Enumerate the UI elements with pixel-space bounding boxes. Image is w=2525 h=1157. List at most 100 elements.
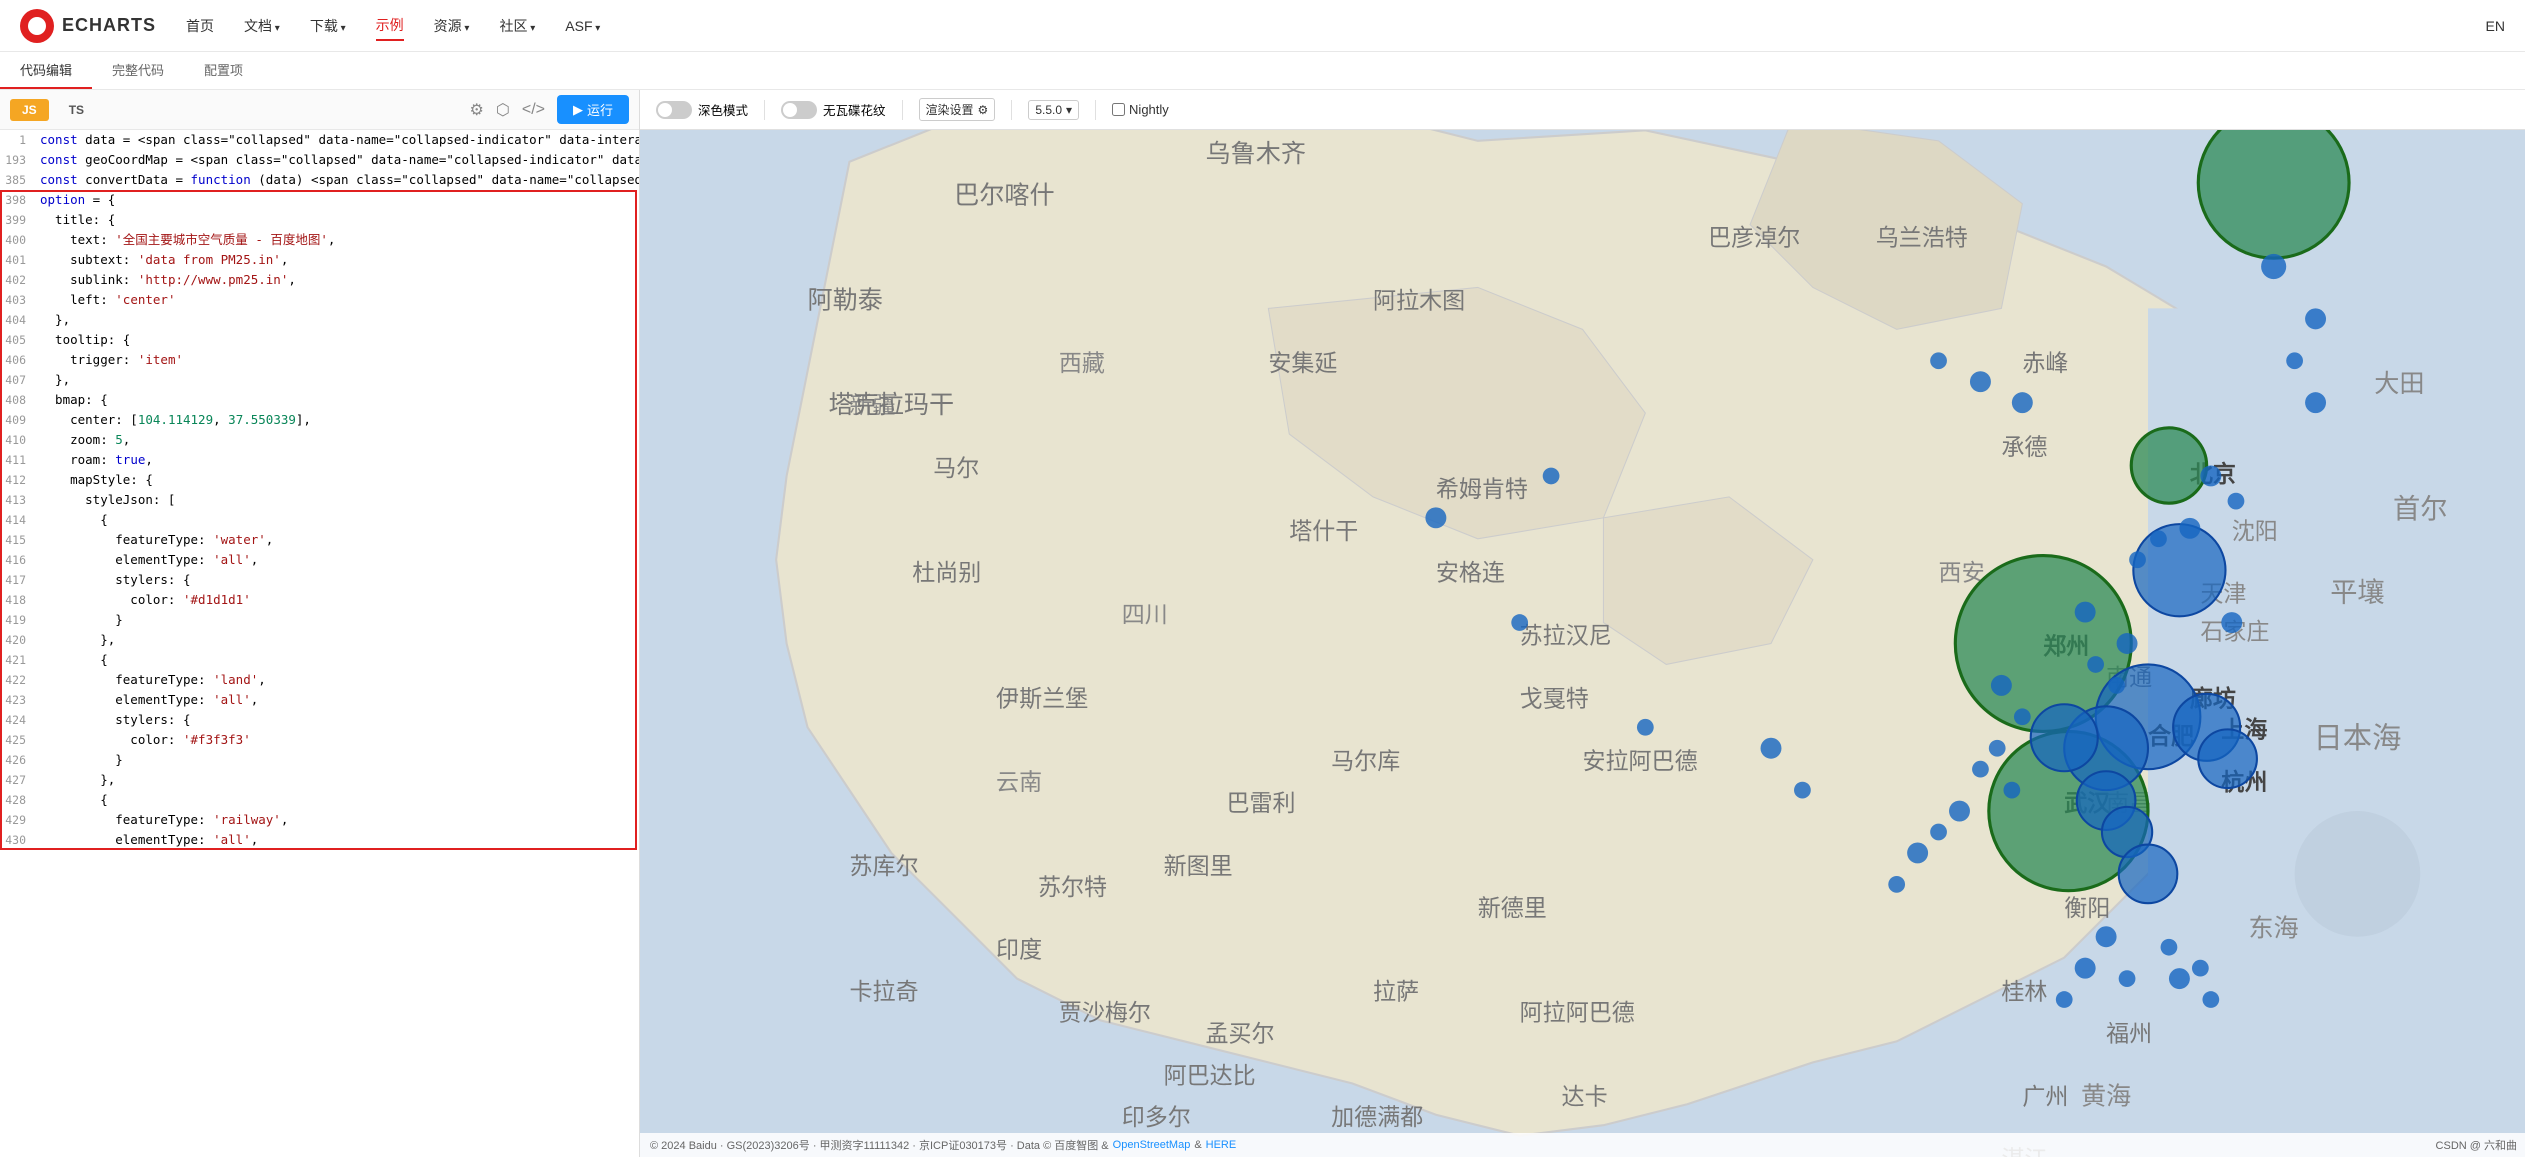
divider-1 <box>764 100 765 120</box>
nav-resources[interactable]: 资源 <box>434 12 470 40</box>
nightly-label: Nightly <box>1129 102 1169 117</box>
table-row: 1const data = <span class="collapsed" da… <box>0 130 639 150</box>
table-row: 422 featureType: 'land', <box>0 670 639 690</box>
line-number: 406 <box>0 351 36 369</box>
code-area-wrapper[interactable]: 1const data = <span class="collapsed" da… <box>0 130 639 1157</box>
line-content: featureType: 'land', <box>36 670 639 690</box>
line-number: 409 <box>0 411 36 429</box>
tab-code-edit[interactable]: 代码编辑 <box>0 52 92 89</box>
line-number: 425 <box>0 731 36 749</box>
lang-js[interactable]: JS <box>10 99 49 121</box>
csdn-badge: CSDN @ 六和曲 <box>2436 1137 2517 1153</box>
dark-mode-toggle[interactable] <box>656 101 692 119</box>
no-tile-toggle[interactable] <box>781 101 817 119</box>
line-number: 400 <box>0 231 36 249</box>
svg-text:赤峰: 赤峰 <box>2022 350 2068 376</box>
tab-config[interactable]: 配置项 <box>184 52 263 89</box>
nav-download[interactable]: 下载 <box>310 12 346 40</box>
line-number: 413 <box>0 491 36 509</box>
svg-text:马尔库: 马尔库 <box>1331 748 1400 774</box>
nav-docs[interactable]: 文档 <box>244 12 280 40</box>
right-panel: 深色模式 无瓦碟花纹 渲染设置 ⚙ 5.5.0 ▾ Nigh <box>640 90 2525 1157</box>
table-row: 417 stylers: { <box>0 570 639 590</box>
openstreetmap-link[interactable]: OpenStreetMap <box>1113 1139 1191 1151</box>
here-link[interactable]: HERE <box>1206 1139 1237 1151</box>
svg-text:卡拉奇: 卡拉奇 <box>849 979 918 1005</box>
line-number: 401 <box>0 251 36 269</box>
map-container[interactable]: 全国主要城市空气质量 - 百度地图 data from PM25.in <box>640 130 2525 1157</box>
table-row: 423 elementType: 'all', <box>0 690 639 710</box>
china-map-svg: 日本海 东海 黄海 平壤 首尔 大田 西藏 云南 四川 新疆 北京 郑州 武汉 <box>640 130 2525 1157</box>
code-area[interactable]: 1const data = <span class="collapsed" da… <box>0 130 639 850</box>
line-number: 398 <box>0 191 36 209</box>
svg-text:新图里: 新图里 <box>1164 853 1233 879</box>
table-row: 415 featureType: 'water', <box>0 530 639 550</box>
table-row: 400 text: '全国主要城市空气质量 - 百度地图', <box>0 230 639 250</box>
table-row: 413 styleJson: [ <box>0 490 639 510</box>
nav-asf[interactable]: ASF <box>565 14 600 38</box>
line-number: 417 <box>0 571 36 589</box>
config-bar: 深色模式 无瓦碟花纹 渲染设置 ⚙ 5.5.0 ▾ Nigh <box>640 90 2525 130</box>
line-content: } <box>36 610 639 630</box>
svg-text:四川: 四川 <box>1122 602 1168 628</box>
shape-icon[interactable]: ⬡ <box>496 100 510 120</box>
run-button[interactable]: ▶ 运行 <box>557 95 629 124</box>
line-number: 399 <box>0 211 36 229</box>
line-content: featureType: 'railway', <box>36 810 639 830</box>
line-number: 420 <box>0 631 36 649</box>
line-number: 426 <box>0 751 36 769</box>
table-row: 427 }, <box>0 770 639 790</box>
divider-4 <box>1095 100 1096 120</box>
svg-text:西藏: 西藏 <box>1059 350 1105 376</box>
nav-examples[interactable]: 示例 <box>376 11 404 41</box>
version-select[interactable]: 5.5.0 ▾ <box>1028 100 1079 120</box>
table-row: 407 }, <box>0 370 639 390</box>
nav-home[interactable]: 首页 <box>186 12 214 40</box>
table-row: 410 zoom: 5, <box>0 430 639 450</box>
table-row: 414 { <box>0 510 639 530</box>
line-content: subtext: 'data from PM25.in', <box>36 250 639 270</box>
line-content: elementType: 'all', <box>36 550 639 570</box>
settings-icon[interactable]: ⚙ <box>470 100 484 120</box>
logo[interactable]: ECHARTS <box>20 9 156 43</box>
table-row: 408 bmap: { <box>0 390 639 410</box>
no-tile-toggle-group: 无瓦碟花纹 <box>781 100 886 119</box>
nav-en[interactable]: EN <box>2486 18 2505 34</box>
svg-text:桂林: 桂林 <box>2001 979 2047 1005</box>
line-number: 410 <box>0 431 36 449</box>
line-number: 424 <box>0 711 36 729</box>
run-icon: ▶ <box>573 102 583 118</box>
line-content: }, <box>36 370 639 390</box>
table-row: 399 title: { <box>0 210 639 230</box>
nightly-checkbox[interactable] <box>1112 103 1125 116</box>
line-content: }, <box>36 770 639 790</box>
svg-text:巴尔喀什: 巴尔喀什 <box>954 182 1055 210</box>
line-number: 419 <box>0 611 36 629</box>
table-row: 426 } <box>0 750 639 770</box>
lang-ts[interactable]: TS <box>57 99 96 121</box>
line-content: center: [104.114129, 37.550339], <box>36 410 639 430</box>
svg-text:沈阳: 沈阳 <box>2232 518 2278 544</box>
code-toolbar: JS TS ⚙ ⬡ </> ▶ 运行 <box>0 90 639 130</box>
code-icon[interactable]: </> <box>522 101 545 119</box>
logo-text: ECHARTS <box>62 15 156 36</box>
render-settings[interactable]: 渲染设置 ⚙ <box>919 98 996 121</box>
svg-text:承德: 承德 <box>2001 434 2047 460</box>
table-row: 398option = { <box>0 190 639 210</box>
line-content: color: '#f3f3f3' <box>36 730 639 750</box>
svg-text:阿勒泰: 阿勒泰 <box>808 286 883 314</box>
svg-text:塔什干: 塔什干 <box>1289 518 1358 544</box>
svg-text:平壤: 平壤 <box>2330 577 2384 608</box>
table-row: 420 }, <box>0 630 639 650</box>
nav-community[interactable]: 社区 <box>499 12 535 40</box>
line-number: 402 <box>0 271 36 289</box>
svg-text:杜尚别: 杜尚别 <box>912 560 981 586</box>
line-content: stylers: { <box>36 710 639 730</box>
svg-text:乌兰浩特: 乌兰浩特 <box>1876 225 1968 251</box>
line-content: { <box>36 790 639 810</box>
line-content: const data = <span class="collapsed" dat… <box>36 130 639 150</box>
tab-full-code[interactable]: 完整代码 <box>92 52 184 89</box>
divider-3 <box>1011 100 1012 120</box>
svg-text:贾沙梅尔: 贾沙梅尔 <box>1059 1000 1151 1026</box>
table-row: 428 { <box>0 790 639 810</box>
